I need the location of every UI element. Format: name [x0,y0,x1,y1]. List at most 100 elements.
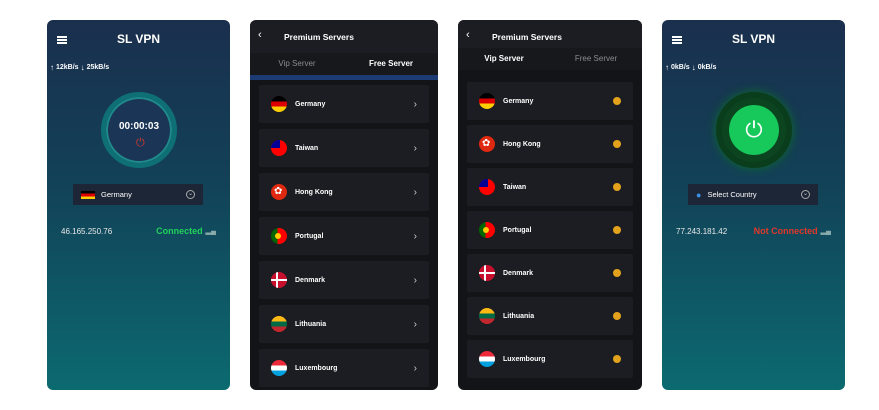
ip-address: 77.243.181.42 [676,227,728,236]
server-row-taiwan[interactable]: Taiwan [467,168,633,206]
lithuania-flag-icon [271,316,287,332]
app-title: SL VPN [116,32,161,46]
country-selector[interactable]: ● Select Country ⌄ [688,184,818,205]
server-list-free: ‹ Premium Servers Vip Server Free Server… [250,20,438,390]
server-row-lithuania[interactable]: Lithuania › [259,305,429,343]
premium-dot-icon [613,226,621,234]
download-arrow-icon: ↓ [691,63,696,72]
premium-dot-icon [613,355,621,363]
server-row-germany[interactable]: Germany › [259,85,429,123]
server-list: Germany Hong Kong Taiwan Portugal Denmar… [467,82,633,383]
hong-kong-flag-icon [271,184,287,200]
luxembourg-flag-icon [479,351,495,367]
premium-dot-icon [613,269,621,277]
tab-vip-server[interactable]: Vip Server [250,53,344,75]
back-arrow-icon[interactable]: ‹ [258,29,262,41]
server-list: Germany › Taiwan › Hong Kong › Portugal › De… [259,85,429,390]
server-row-luxembourg[interactable]: Luxembourg [467,340,633,378]
premium-dot-icon [613,312,621,320]
premium-dot-icon [613,183,621,191]
server-row-lithuania[interactable]: Lithuania [467,297,633,335]
server-name: Denmark [503,269,533,277]
server-tabs: Vip Server Free Server [250,53,438,75]
download-speed: 0kB/s [697,64,717,71]
app-title: SL VPN [731,32,776,46]
server-row-hong-kong[interactable]: Hong Kong [467,125,633,163]
disconnect-button[interactable]: 00:00:03 ⏻ [101,92,177,168]
server-row-hong-kong[interactable]: Hong Kong › [259,173,429,211]
server-row-portugal[interactable]: Portugal [467,211,633,249]
chevron-right-icon: › [413,230,417,242]
connect-button[interactable]: ⏻ [716,92,792,168]
tab-indicator [250,75,438,80]
server-row-luxembourg[interactable]: Luxembourg › [259,349,429,387]
taiwan-flag-icon [271,140,287,156]
power-icon: ⏻ [136,137,145,149]
server-name: Taiwan [295,144,319,152]
server-name: Germany [503,97,534,105]
connection-status: Connected ▂▄ [156,226,216,236]
status-text: Connected [156,226,203,236]
country-selector[interactable]: Germany ⌄ [73,184,203,205]
chevron-right-icon: › [413,362,417,374]
server-name: Luxembourg [503,355,546,363]
luxembourg-flag-icon [271,360,287,376]
tab-vip-server[interactable]: Vip Server [458,48,550,70]
signal-icon: ▂▄ [820,228,831,235]
portugal-flag-icon [479,222,495,238]
tab-free-server[interactable]: Free Server [344,53,438,75]
home-screen-disconnected: SL VPN ↑ 0kB/s ↓ 0kB/s ⏻ ● Select Countr… [662,20,845,390]
server-name: Portugal [295,232,324,240]
chevron-down-icon: ⌄ [186,190,195,199]
denmark-flag-icon [271,272,287,288]
hong-kong-flag-icon [479,136,495,152]
chevron-right-icon: › [413,318,417,330]
server-row-denmark[interactable]: Denmark › [259,261,429,299]
server-tabs: Vip Server Free Server [458,48,642,70]
download-arrow-icon: ↓ [80,63,85,72]
download-speed: 25kB/s [86,64,110,71]
server-list-vip: ‹ Premium Servers Vip Server Free Server… [458,20,642,390]
server-name: Denmark [295,276,325,284]
server-name: Hong Kong [295,188,333,196]
tab-free-server[interactable]: Free Server [550,48,642,70]
chevron-right-icon: › [413,142,417,154]
page-title: Premium Servers [284,32,354,42]
server-name: Lithuania [503,312,535,320]
server-row-taiwan[interactable]: Taiwan › [259,129,429,167]
power-icon: ⏻ [729,105,779,155]
page-title: Premium Servers [492,32,562,42]
upload-arrow-icon: ↑ [50,63,54,72]
chevron-right-icon: › [413,98,417,110]
germany-flag-icon [271,96,287,112]
upload-speed: 12kB/s [56,64,79,71]
speed-indicator: ↑ 0kB/s ↓ 0kB/s [665,63,716,72]
taiwan-flag-icon [479,179,495,195]
server-name: Taiwan [503,183,527,191]
chevron-down-icon: ⌄ [801,190,810,199]
server-row-portugal[interactable]: Portugal › [259,217,429,255]
signal-icon: ▂▄ [205,228,216,235]
server-row-denmark[interactable]: Denmark [467,254,633,292]
list-header: ‹ Premium Servers [250,20,438,53]
chevron-right-icon: › [413,186,417,198]
upload-arrow-icon: ↑ [665,63,669,72]
lithuania-flag-icon [479,308,495,324]
denmark-flag-icon [479,265,495,281]
selected-country: Germany [101,190,132,199]
location-pin-icon: ● [696,189,702,200]
server-name: Lithuania [295,320,327,328]
connection-status: Not Connected ▂▄ [754,226,831,236]
server-name: Luxembourg [295,364,338,372]
server-row-germany[interactable]: Germany [467,82,633,120]
germany-flag-icon [479,93,495,109]
premium-dot-icon [613,97,621,105]
status-text: Not Connected [753,226,818,236]
server-name: Hong Kong [503,140,541,148]
speed-indicator: ↑ 12kB/s ↓ 25kB/s [50,63,109,72]
connection-timer: 00:00:03 [118,121,160,132]
chevron-right-icon: › [413,274,417,286]
back-arrow-icon[interactable]: ‹ [466,29,470,41]
ip-address: 46.165.250.76 [61,227,113,236]
germany-flag-icon [81,190,95,199]
